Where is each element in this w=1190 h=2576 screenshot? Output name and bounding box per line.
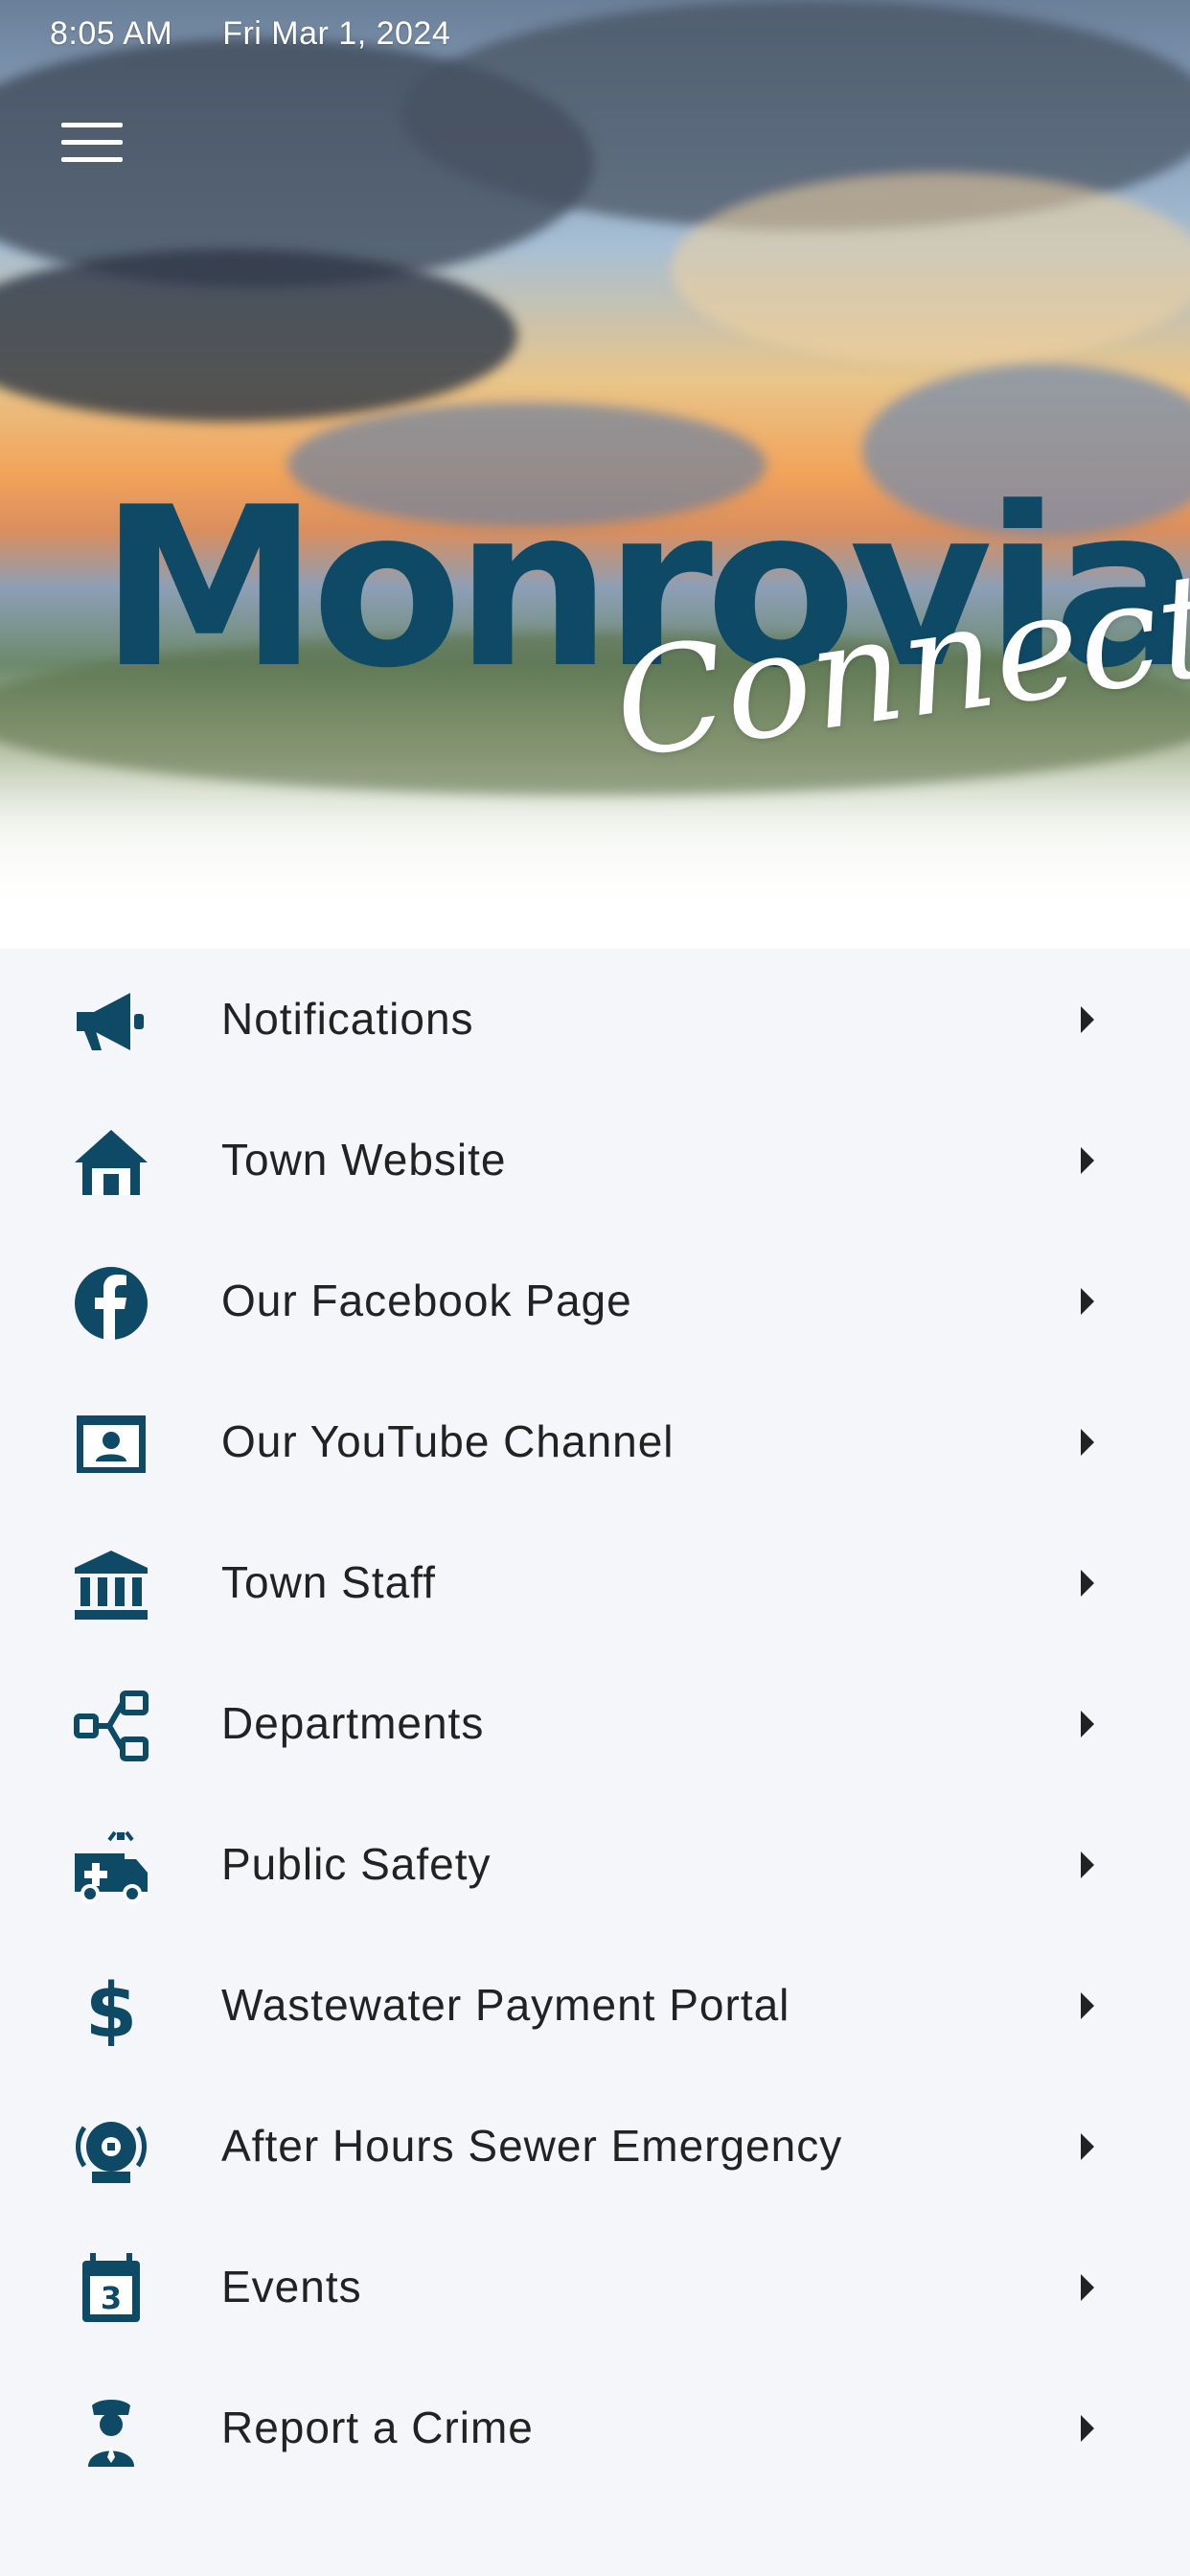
chevron-right-icon <box>1081 1429 1094 1456</box>
menu-item-facebook[interactable]: Our Facebook Page <box>0 1230 1190 1371</box>
chevron-right-icon <box>1081 2133 1094 2160</box>
org-chart-icon <box>67 1688 155 1764</box>
svg-text:$: $ <box>85 1969 137 2046</box>
menu-item-label: Our Facebook Page <box>221 1276 632 1325</box>
cloud-shape <box>671 172 1190 364</box>
calendar-icon: 3 <box>67 2251 155 2328</box>
menu-item-label: Events <box>221 2262 362 2312</box>
menu-item-label: Report a Crime <box>221 2403 534 2452</box>
menu-item-label: Departments <box>221 1698 485 1748</box>
menu-item-label: After Hours Sewer Emergency <box>221 2121 843 2171</box>
dollar-icon: $ <box>67 1969 155 2046</box>
chevron-right-icon <box>1081 1852 1094 1878</box>
menu-item-report-crime[interactable]: Report a Crime <box>0 2358 1190 2498</box>
menu-item-notifications[interactable]: Notifications <box>0 949 1190 1090</box>
menu-item-wastewater-payment[interactable]: $ Wastewater Payment Portal <box>0 1935 1190 2076</box>
police-officer-icon <box>67 2392 155 2469</box>
menu-item-public-safety[interactable]: Public Safety <box>0 1794 1190 1935</box>
menu-item-town-website[interactable]: Town Website <box>0 1090 1190 1230</box>
menu-item-label: Wastewater Payment Portal <box>221 1980 790 2030</box>
alarm-bell-icon <box>67 2110 155 2187</box>
menu-item-label: Town Staff <box>221 1557 436 1607</box>
chevron-right-icon <box>1081 1570 1094 1597</box>
ambulance-icon <box>67 1828 155 1905</box>
chevron-right-icon <box>1081 2415 1094 2442</box>
menu-item-town-staff[interactable]: Town Staff <box>0 1512 1190 1653</box>
menu-item-label: Public Safety <box>221 1839 492 1889</box>
status-date: Fri Mar 1, 2024 <box>222 15 451 52</box>
government-building-icon <box>67 1547 155 1623</box>
house-icon <box>67 1124 155 1201</box>
menu-item-sewer-emergency[interactable]: After Hours Sewer Emergency <box>0 2076 1190 2217</box>
status-bar: 8:05 AM Fri Mar 1, 2024 <box>50 15 491 53</box>
status-time: 8:05 AM <box>50 15 173 52</box>
menu-item-label: Our YouTube Channel <box>221 1416 675 1466</box>
menu-item-events[interactable]: 3 Events <box>0 2217 1190 2358</box>
chevron-right-icon <box>1081 1006 1094 1033</box>
chevron-right-icon <box>1081 1288 1094 1315</box>
video-user-icon <box>67 1406 155 1483</box>
chevron-right-icon <box>1081 1147 1094 1174</box>
menu-item-departments[interactable]: Departments <box>0 1653 1190 1794</box>
menu-item-youtube[interactable]: Our YouTube Channel <box>0 1371 1190 1512</box>
hamburger-menu-icon[interactable] <box>61 123 123 169</box>
chevron-right-icon <box>1081 1992 1094 2019</box>
menu-item-label: Notifications <box>221 994 474 1044</box>
chevron-right-icon <box>1081 1711 1094 1737</box>
svg-text:3: 3 <box>101 2280 122 2316</box>
menu-list: Notifications Town Website Our Facebook … <box>0 949 1190 2498</box>
chevron-right-icon <box>1081 2274 1094 2301</box>
cloud-shape <box>0 249 517 422</box>
megaphone-icon <box>67 983 155 1060</box>
menu-item-label: Town Website <box>221 1135 507 1184</box>
facebook-icon <box>67 1265 155 1342</box>
